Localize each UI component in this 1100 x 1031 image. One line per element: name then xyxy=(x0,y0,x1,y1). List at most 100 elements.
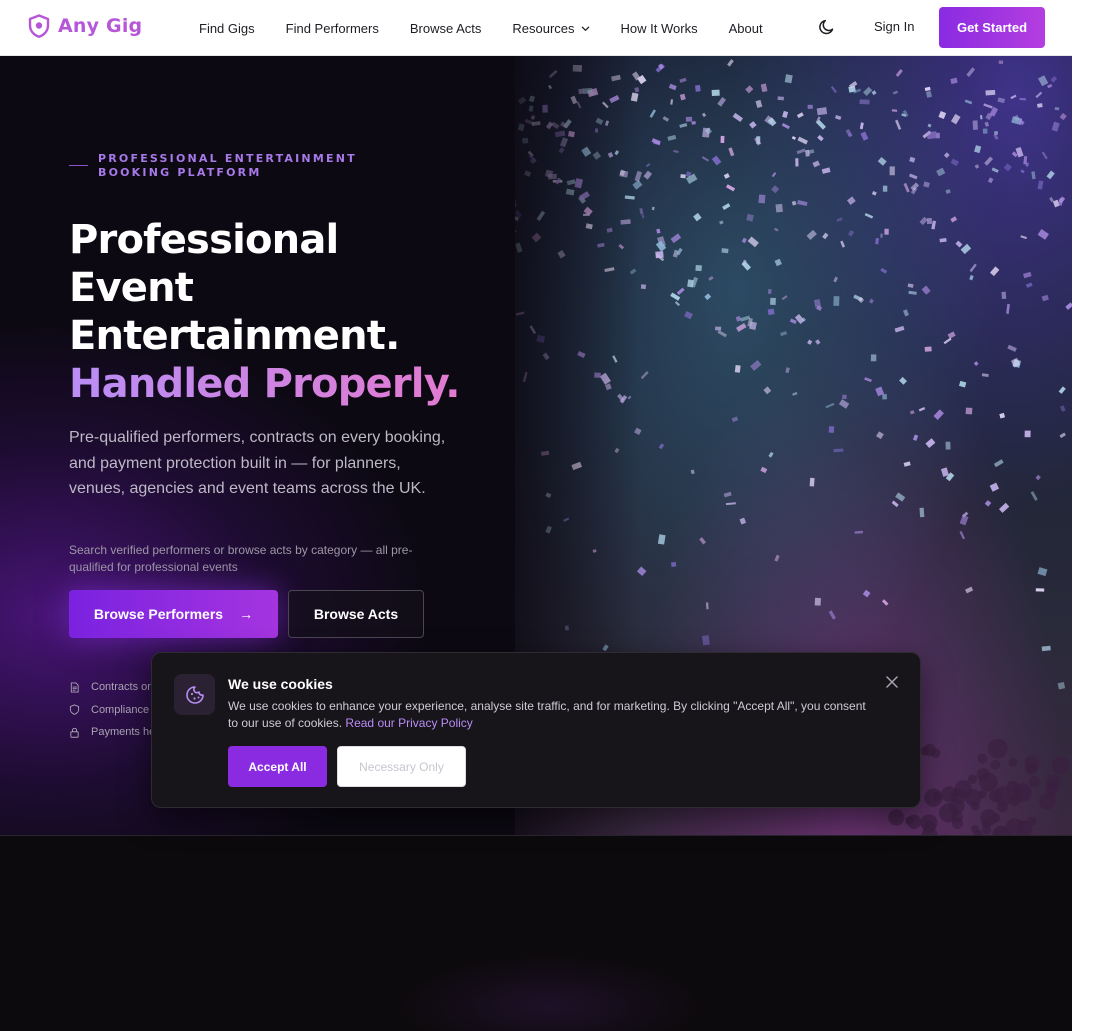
confetti-piece xyxy=(822,232,829,240)
confetti-piece xyxy=(833,448,844,453)
confetti-piece xyxy=(891,500,899,508)
page-edge xyxy=(1072,0,1100,1031)
nav-find-performers[interactable]: Find Performers xyxy=(286,21,379,36)
confetti-piece xyxy=(979,114,983,120)
nav-how-it-works[interactable]: How It Works xyxy=(621,21,698,36)
confetti-piece xyxy=(947,331,956,339)
confetti-piece xyxy=(927,123,932,128)
close-icon[interactable] xyxy=(885,675,899,689)
confetti-piece xyxy=(725,502,736,506)
brand-logo[interactable]: Any Gig xyxy=(28,14,142,38)
confetti-piece xyxy=(680,174,686,179)
confetti-piece xyxy=(989,482,1000,492)
confetti-piece xyxy=(1060,405,1066,412)
moon-icon[interactable] xyxy=(818,18,836,36)
confetti-piece xyxy=(704,293,712,301)
search-hint: Search verified performers or browse act… xyxy=(69,543,413,574)
document-icon xyxy=(70,682,79,693)
confetti-piece xyxy=(836,217,843,222)
confetti-piece xyxy=(641,213,645,219)
crowd-silhouette xyxy=(1045,781,1060,795)
nav-resources[interactable]: Resources xyxy=(512,21,589,36)
confetti-piece xyxy=(964,99,973,105)
crowd-silhouette xyxy=(1025,762,1038,775)
confetti-piece xyxy=(871,90,877,96)
browse-acts-button[interactable]: Browse Acts xyxy=(288,590,424,638)
confetti-piece xyxy=(940,467,949,477)
confetti-piece xyxy=(1037,567,1048,577)
confetti-piece xyxy=(943,152,950,159)
accept-all-button[interactable]: Accept All xyxy=(228,746,327,787)
confetti-piece xyxy=(965,586,974,594)
confetti-piece xyxy=(847,229,855,237)
confetti-piece xyxy=(959,530,966,540)
confetti-piece xyxy=(993,459,1004,468)
confetti-piece xyxy=(1046,170,1055,180)
confetti-piece xyxy=(781,295,788,301)
feature-list: Contracts on Compliance Payments he xyxy=(69,676,155,744)
feature-label: Contracts on xyxy=(91,681,154,694)
confetti-piece xyxy=(945,189,951,194)
confetti-piece xyxy=(950,77,958,85)
confetti-piece xyxy=(1041,645,1051,652)
nav-find-gigs[interactable]: Find Gigs xyxy=(199,21,255,36)
confetti-piece xyxy=(931,220,937,230)
confetti-piece xyxy=(814,597,821,606)
nav-browse-acts[interactable]: Browse Acts xyxy=(410,21,482,36)
confetti-piece xyxy=(643,170,653,180)
confetti-piece xyxy=(991,167,999,173)
confetti-piece xyxy=(774,258,782,267)
confetti-piece xyxy=(984,121,990,127)
headline-accent: Handled Properly. xyxy=(69,361,461,407)
confetti-piece xyxy=(859,99,870,105)
confetti-piece xyxy=(745,85,754,94)
confetti-piece xyxy=(998,502,1010,513)
crowd-silhouette xyxy=(904,816,914,826)
confetti-piece xyxy=(726,184,736,192)
necessary-only-button[interactable]: Necessary Only xyxy=(337,746,466,787)
confetti-piece xyxy=(965,407,973,415)
confetti-piece xyxy=(667,134,677,141)
confetti-piece xyxy=(834,114,842,121)
feature-label: Payments he xyxy=(91,726,156,739)
confetti-piece xyxy=(1030,491,1038,501)
crowd-silhouette xyxy=(941,786,958,803)
cookie-title: We use cookies xyxy=(228,676,333,692)
confetti-piece xyxy=(926,131,937,140)
confetti-piece xyxy=(955,240,963,248)
confetti-piece xyxy=(833,276,838,283)
confetti-piece xyxy=(1020,169,1025,174)
confetti-piece xyxy=(715,326,722,331)
nav-about[interactable]: About xyxy=(729,21,763,36)
cookie-text: We use cookies to enhance your experienc… xyxy=(228,698,868,732)
privacy-policy-link[interactable]: Read our Privacy Policy xyxy=(345,716,472,730)
confetti-piece xyxy=(795,158,799,167)
confetti-piece xyxy=(828,610,836,620)
confetti-piece xyxy=(1054,107,1060,111)
confetti-piece xyxy=(895,119,902,130)
confetti-piece xyxy=(760,466,768,474)
confetti-piece xyxy=(817,134,824,142)
confetti-piece xyxy=(938,110,947,119)
confetti-piece xyxy=(924,86,931,92)
confetti-piece xyxy=(736,323,747,332)
arrow-right-icon: → xyxy=(239,606,254,622)
top-navbar: Any Gig Find Gigs Find Performers Browse… xyxy=(0,0,1072,56)
confetti-piece xyxy=(739,517,747,525)
confetti-piece xyxy=(777,96,784,101)
browse-performers-button[interactable]: Browse Performers → xyxy=(69,590,278,638)
confetti-piece xyxy=(687,279,694,288)
confetti-piece xyxy=(1023,271,1032,279)
confetti-piece xyxy=(708,276,714,281)
confetti-piece xyxy=(1031,171,1036,180)
get-started-button[interactable]: Get Started xyxy=(939,7,1045,48)
confetti-piece xyxy=(918,406,926,412)
confetti-piece xyxy=(895,69,903,77)
confetti-piece xyxy=(966,67,976,77)
browse-performers-label: Browse Performers xyxy=(93,606,224,622)
confetti-piece xyxy=(1019,97,1027,101)
confetti-piece xyxy=(640,284,647,290)
confetti-piece xyxy=(734,364,741,373)
crowd-silhouette xyxy=(989,789,1002,803)
sign-in-link[interactable]: Sign In xyxy=(874,19,914,34)
